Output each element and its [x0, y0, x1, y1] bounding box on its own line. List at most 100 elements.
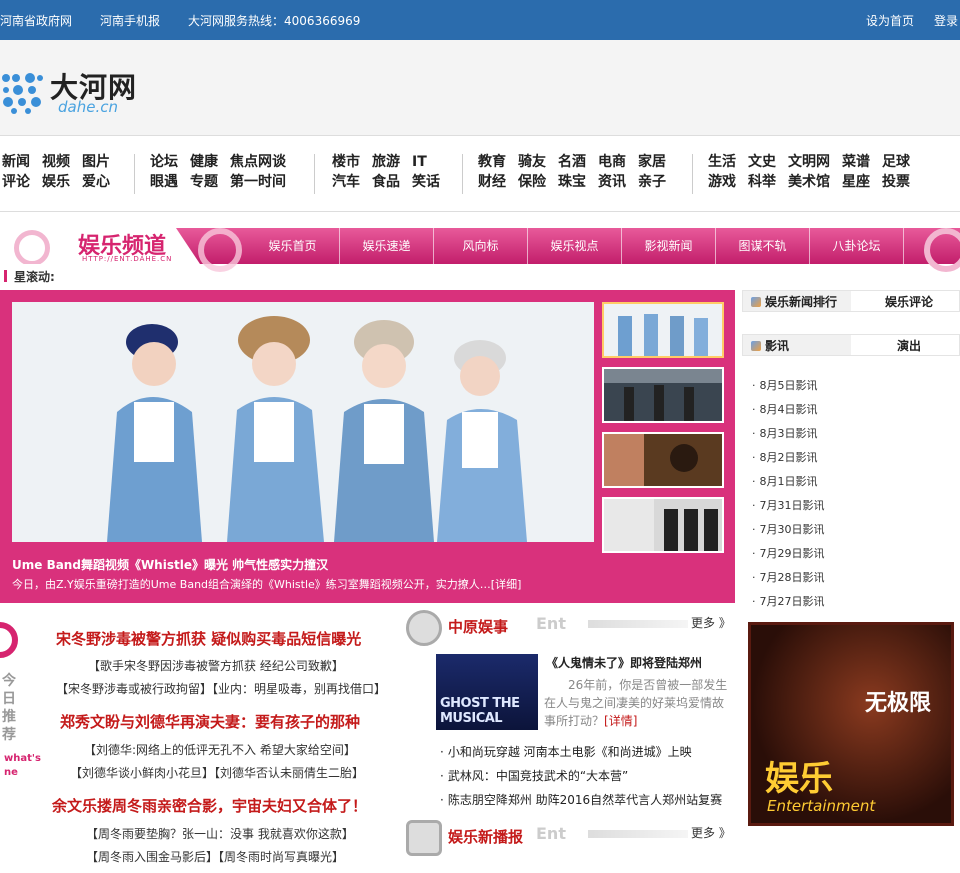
list-item[interactable]: 8月1日影讯 — [752, 470, 960, 494]
nav-item[interactable]: 投票 — [882, 172, 910, 192]
nav-item[interactable]: 文史 — [748, 152, 776, 172]
nav-item[interactable]: 珠宝 — [558, 172, 586, 192]
rank-column: 娱乐新闻排行 娱乐评论 影讯 演出 8月5日影讯 8月4日影讯 8月3日影讯 8… — [742, 290, 960, 614]
headline-link[interactable]: 郑秀文盼与刘德华再演夫妻：要有孩子的那种 — [60, 711, 360, 732]
nav-item[interactable]: 菜谱 — [842, 152, 870, 172]
slider-main-image[interactable] — [12, 302, 594, 542]
slider-caption-title[interactable]: Ume Band舞蹈视频《Whistle》曝光 帅气性感实力撞汉 — [12, 556, 328, 573]
nav-item[interactable]: 健康 — [190, 152, 218, 172]
nav-item[interactable]: 美术馆 — [788, 172, 830, 192]
nav-item[interactable]: 亲子 — [638, 172, 666, 192]
nav-item[interactable]: 食品 — [372, 172, 400, 192]
nav-item[interactable]: 生活 — [708, 152, 736, 172]
list-item[interactable]: 陈志朋空降郑州 助阵2016自然萃代言人郑州站复赛 — [440, 788, 722, 812]
nav-item[interactable]: 爱心 — [82, 172, 110, 192]
tab-movie-news[interactable]: 影讯 — [743, 335, 851, 355]
subline-link[interactable]: 【刘德华:网络上的低评无孔不入 希望大家给空间】 — [84, 741, 356, 758]
list-item[interactable]: 7月29日影讯 — [752, 542, 960, 566]
nav-item[interactable]: 笑话 — [412, 172, 440, 192]
list-item[interactable]: 8月4日影讯 — [752, 398, 960, 422]
nav-item[interactable]: 汽车 — [332, 172, 360, 192]
nav-item[interactable]: 教育 — [478, 152, 506, 172]
set-homepage-link[interactable]: 设为首页 — [866, 12, 914, 29]
channel-badge[interactable]: 娱乐频道 HTTP://ENT.DAHE.CN — [0, 228, 200, 264]
nav-item[interactable]: IT — [412, 152, 427, 172]
dahe-logo[interactable]: 大河网 dahe.cn — [0, 66, 150, 116]
slider-thumb[interactable] — [602, 367, 724, 423]
subline-link[interactable]: 【刘德华谈小鲜肉小花旦】【刘德华否认未丽倩生二胎】 — [70, 764, 364, 781]
nav-item[interactable]: 图片 — [82, 152, 110, 172]
nav-item[interactable]: 视频 — [42, 152, 70, 172]
henan-mobile-news-link[interactable]: 河南手机报 — [100, 12, 160, 29]
nav-item[interactable]: 评论 — [2, 172, 30, 192]
headline-link[interactable]: 宋冬野涉毒被警方抓获 疑似购买毒品短信曝光 — [56, 628, 361, 649]
list-item[interactable]: 7月27日影讯 — [752, 590, 960, 614]
section-title: 中原娱事 — [448, 618, 509, 636]
list-item[interactable]: 7月28日影讯 — [752, 566, 960, 590]
rank-tabs-2: 影讯 演出 — [742, 334, 960, 356]
nav-item[interactable]: 骑友 — [518, 152, 546, 172]
nav-item[interactable]: 游戏 — [708, 172, 736, 192]
subline-link[interactable]: 【歌手宋冬野因涉毒被警方抓获 经纪公司致歉】 — [88, 657, 344, 674]
channel-menu-item[interactable]: 图谋不轨 — [716, 228, 810, 264]
list-item[interactable]: 8月5日影讯 — [752, 374, 960, 398]
nav-item[interactable]: 焦点网谈 — [230, 152, 286, 172]
channel-menu-item[interactable]: 娱乐速递 — [340, 228, 434, 264]
channel-menu-item[interactable]: 娱乐首页 — [246, 228, 340, 264]
nav-item[interactable]: 名酒 — [558, 152, 586, 172]
slider-thumb[interactable] — [602, 432, 724, 488]
list-item[interactable]: 小和尚玩穿越 河南本土电影《和尚进城》上映 — [440, 740, 722, 764]
list-item[interactable]: 8月2日影讯 — [752, 446, 960, 470]
slider-detail-link[interactable]: [详细] — [491, 578, 522, 591]
nav-item[interactable]: 文明网 — [788, 152, 830, 172]
list-item[interactable]: 8月3日影讯 — [752, 422, 960, 446]
more-link[interactable]: 更多 》 — [691, 824, 731, 841]
nav-item[interactable]: 旅游 — [372, 152, 400, 172]
nav-item[interactable]: 资讯 — [598, 172, 626, 192]
nav-item[interactable]: 保险 — [518, 172, 546, 192]
slider-thumb[interactable] — [602, 497, 724, 553]
tab-shows[interactable]: 演出 — [851, 335, 959, 355]
login-link[interactable]: 登录 — [934, 12, 958, 29]
nav-item[interactable]: 论坛 — [150, 152, 178, 172]
list-item[interactable]: 7月31日影讯 — [752, 494, 960, 518]
nav-item[interactable]: 财经 — [478, 172, 506, 192]
nav-item[interactable]: 新闻 — [2, 152, 30, 172]
nav-item[interactable]: 家居 — [638, 152, 666, 172]
ring-decoration-icon — [14, 230, 50, 264]
section-title: 娱乐新播报 — [448, 828, 524, 846]
nav-item[interactable]: 专题 — [190, 172, 218, 192]
nav-item[interactable]: 电商 — [598, 152, 626, 172]
feature-image-text: GHOST THE MUSICAL — [440, 696, 520, 726]
nav-item[interactable]: 眼遇 — [150, 172, 178, 192]
nav-item[interactable]: 楼市 — [332, 152, 360, 172]
tab-ent-comment[interactable]: 娱乐评论 — [851, 291, 959, 311]
zhongyuan-news-list: 小和尚玩穿越 河南本土电影《和尚进城》上映 武林风：中国竞技武术的“大本营” 陈… — [440, 740, 722, 812]
list-item[interactable]: 武林风：中国竞技武术的“大本营” — [440, 764, 722, 788]
channel-menu-item[interactable]: 风向标 — [434, 228, 528, 264]
nav-item[interactable]: 娱乐 — [42, 172, 70, 192]
entertainment-ad[interactable]: 无极限 娱乐 Entertainment — [748, 622, 954, 826]
section-divider — [588, 830, 688, 838]
focus-slider: Ume Band舞蹈视频《Whistle》曝光 帅气性感实力撞汉 今日，由Z.Y… — [0, 290, 735, 603]
feature-image[interactable]: GHOST THE MUSICAL — [436, 654, 538, 730]
subline-link[interactable]: 【宋冬野涉毒或被行政拘留】【业内：明星吸毒，别再找借口】 — [56, 680, 386, 697]
list-item[interactable]: 7月30日影讯 — [752, 518, 960, 542]
nav-item[interactable]: 科举 — [748, 172, 776, 192]
feature-detail-link[interactable]: [详情] — [604, 714, 637, 728]
nav-item[interactable]: 足球 — [882, 152, 910, 172]
henan-gov-link[interactable]: 河南省政府网 — [0, 12, 72, 29]
nav-item[interactable]: 星座 — [842, 172, 870, 192]
subline-link[interactable]: 【周冬雨入围金马影后】【周冬雨时尚写真曝光】 — [86, 848, 344, 865]
more-link[interactable]: 更多 》 — [691, 614, 731, 631]
nav-item[interactable]: 第一时间 — [230, 172, 286, 192]
feature-title[interactable]: 《人鬼情未了》即将登陆郑州 — [546, 654, 702, 671]
channel-menu-item[interactable]: 娱乐视点 — [528, 228, 622, 264]
channel-menu-item[interactable]: 影视新闻 — [622, 228, 716, 264]
ring-decoration-icon — [0, 622, 18, 658]
slider-thumb[interactable] — [602, 302, 724, 358]
subline-link[interactable]: 【周冬雨要垫胸？张一山：没事 我就喜欢你这款】 — [86, 825, 354, 842]
channel-menu-item[interactable]: 八卦论坛 — [810, 228, 904, 264]
tab-news-rank[interactable]: 娱乐新闻排行 — [743, 291, 851, 311]
headline-link[interactable]: 余文乐搂周冬雨亲密合影，宇宙夫妇又合体了！ — [52, 795, 367, 816]
